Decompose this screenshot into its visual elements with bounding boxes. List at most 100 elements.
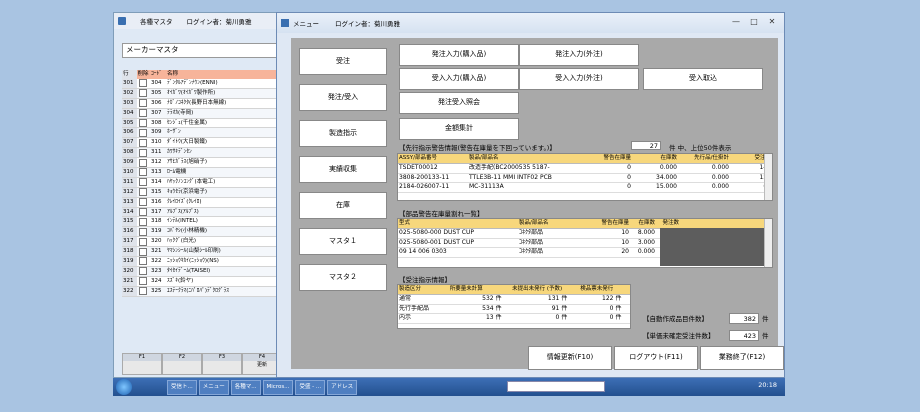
delete-cell [137, 198, 149, 207]
auto-item-value: 382 [729, 313, 759, 324]
ukeire-buhin-button[interactable]: 受入入力(購入品) [399, 68, 519, 90]
delete-checkbox[interactable] [139, 237, 147, 246]
taskbar-item[interactable]: Micros... [262, 380, 294, 395]
menu-window-login: ログイン者：菊川勇雅 [335, 20, 400, 28]
maker-name: ﾎｰｻﾞﾝ [167, 129, 181, 136]
table-row[interactable]: 306 309 ﾎｰｻﾞﾝ [122, 128, 282, 139]
warn1-scrollbar[interactable] [764, 154, 772, 200]
table-row[interactable]: 314 317 ｱﾙﾌﾟｽ(ｱﾙﾌﾟｽ) [122, 207, 282, 218]
menu-seizo-button[interactable]: 製造指示 [299, 120, 387, 147]
fkey-button-f1[interactable]: F1 [122, 353, 162, 375]
menu-master2-button[interactable]: マスタ２ [299, 264, 387, 291]
taskbar-item[interactable]: メニュー [198, 380, 229, 395]
table-row[interactable]: 309 312 ｱｻﾋｶﾞﾗｽ(旭硝子) [122, 158, 282, 169]
table-row[interactable]: 304 307 ﾃﾗｵｶ(寺岡) [122, 108, 282, 119]
warn2-grid: 型式 製品/部品名 警告在庫量 在庫数 発注数 025-5080-000 DUST CUP… [397, 218, 773, 268]
table-row[interactable]: 302 305 ｵｲｶﾞﾜ(ｵｲｶﾞﾜ製作所) [122, 88, 282, 99]
delete-checkbox[interactable] [139, 257, 147, 266]
fkey-button-f2[interactable]: F2 [162, 353, 202, 375]
delete-checkbox[interactable] [139, 198, 147, 207]
hatchu-buhin-button[interactable]: 発注入力(購入品) [399, 44, 519, 66]
table-row[interactable]: 307 310 ﾀﾞｲﾄｳ(大日製鐵) [122, 138, 282, 149]
menu-window-titlebar[interactable]: メニュー ログイン者：菊川勇雅 — □ ✕ [277, 13, 784, 33]
hatchu-ukeire-shokai-button[interactable]: 発注受入照会 [399, 92, 519, 114]
delete-checkbox[interactable] [139, 158, 147, 167]
delete-checkbox[interactable] [139, 119, 147, 127]
ukeire-torikomi-button[interactable]: 受入取込 [643, 68, 763, 90]
table-row[interactable]: 303 306 ﾅｶﾞﾉｺﾈｸﾀ(長野日本無線) [122, 98, 282, 109]
maker-name: ﾛｰﾑ電機 [167, 169, 187, 176]
delete-checkbox[interactable] [139, 217, 147, 226]
fkey-button-f3[interactable]: F3 [202, 353, 242, 375]
auto-item-label: 【自動作成品目件数】 [643, 315, 708, 323]
delete-checkbox[interactable] [139, 208, 147, 217]
fkey-label: F1 [123, 354, 161, 361]
menu-zaiko-button[interactable]: 在庫 [299, 192, 387, 219]
table-row[interactable]: 310 313 ﾛｰﾑ電機 [122, 168, 282, 178]
maker-code: 323 [151, 267, 162, 274]
row-number: 303 [122, 98, 137, 108]
kingaku-shukei-button[interactable]: 金額集計 [399, 118, 519, 140]
master-window-titlebar[interactable]: 各種マスタ ログイン者：菊川勇雅 [114, 13, 284, 29]
table-row[interactable]: 305 308 ｾﾝｼﾞｭ(千住金属) [122, 118, 282, 129]
table-row[interactable]: 313 316 ｸﾚｲﾛｲｽﾞ(ｸﾚｲﾛ) [122, 197, 282, 208]
table-row[interactable]: 先行手配品 534 件 91 件 0 件 [398, 304, 630, 314]
maximize-icon[interactable]: □ [746, 15, 762, 29]
delete-checkbox[interactable] [139, 168, 147, 177]
table-row[interactable]: 318 321 ﾔﾏｼﾝｼｰﾙ(山梨ｼｰﾙ印刷) [122, 247, 282, 258]
refresh-button[interactable]: 情報更新(F10) [528, 346, 612, 370]
table-row[interactable]: 317 320 ﾊｯｸｸﾞ(白光) [122, 237, 282, 248]
taskbar-item[interactable]: 各種マ... [230, 380, 261, 395]
address-input[interactable] [507, 381, 605, 392]
delete-checkbox[interactable] [139, 128, 147, 137]
table-row[interactable]: 通常 532 件 131 件 122 件 [398, 295, 630, 305]
table-row[interactable]: 3808-200133-11 TTLE3B-11 MMI INTF02 PCB 0 3… [398, 174, 772, 183]
table-row[interactable]: 308 311 ｶﾜｻｷﾃﾞﾝｾﾝ [122, 148, 282, 159]
delete-checkbox[interactable] [139, 247, 147, 256]
grid-cell: 15.000 [656, 183, 677, 190]
delete-checkbox[interactable] [139, 188, 147, 197]
logout-button[interactable]: ログアウト(F11) [614, 346, 698, 370]
master-window: 各種マスタ ログイン者：菊川勇雅 メーカーマスタ 行 削除 ｺｰﾄﾞ 名称 30… [113, 12, 287, 378]
table-row[interactable]: 311 314 ﾊﾔｯｸﾉﾝｺﾝｸﾞ(本電工) [122, 177, 282, 188]
menu-body: 受注 発注/受入 製造指示 実績収集 在庫 マスタ１ マスタ２ 発注入力(購入品… [291, 38, 778, 369]
taskbar-item[interactable]: 受盛 - ... [295, 380, 326, 395]
exit-button[interactable]: 業務終了(F12) [700, 346, 784, 370]
delete-checkbox[interactable] [139, 79, 147, 88]
delete-checkbox[interactable] [139, 287, 147, 296]
table-row[interactable]: TSDET00012 改造手配(BC2000535 5187- 0 0.000 0.00… [398, 164, 772, 174]
delete-checkbox[interactable] [139, 109, 147, 118]
minimize-icon[interactable]: — [728, 15, 744, 29]
close-icon[interactable]: ✕ [764, 15, 780, 29]
delete-checkbox[interactable] [139, 148, 147, 157]
menu-master1-button[interactable]: マスタ１ [299, 228, 387, 255]
table-row[interactable]: 321 324 ｽｽﾞｷ(鈴ヤ) [122, 276, 282, 287]
menu-jisseki-button[interactable]: 実績収集 [299, 156, 387, 183]
table-row[interactable]: 312 315 ｷｮｳｾﾗ(京浜電子) [122, 187, 282, 198]
master-type-select[interactable]: メーカーマスタ [122, 43, 287, 58]
hatchu-gaichu-button[interactable]: 発注入力(外注) [519, 44, 639, 66]
table-row[interactable]: 322 325 ｴｽﾃｰｸﾗﾏ(ﾆﾊﾟﾛﾊﾟ)ﾃﾞｸﾛｸﾞﾗｽ [122, 286, 282, 297]
menu-hatchu-button[interactable]: 発注/受入 [299, 84, 387, 111]
table-row[interactable]: 内示 13 件 0 件 0 件 [398, 314, 630, 324]
delete-checkbox[interactable] [139, 138, 147, 147]
delete-checkbox[interactable] [139, 89, 147, 98]
taskbar-item[interactable]: 受信ト... [167, 380, 197, 395]
table-row[interactable]: 301 304 ﾃﾞﾝﾀﾙｱﾃﾞﾝﾅｳﾝ(ENNI) [122, 79, 282, 89]
table-row[interactable]: 316 319 ｺﾊﾞﾔｼ(小林精機) [122, 227, 282, 238]
table-row[interactable]: 2184-026007-11MC-31113A015.0000.00060 [398, 183, 772, 193]
table-row[interactable]: 319 322 ﾆｯｼｮｳｷｶｲ(ﾆｯｼｮｳ)(NS) [122, 257, 282, 267]
delete-checkbox[interactable] [139, 99, 147, 108]
delete-checkbox[interactable] [139, 267, 147, 276]
table-row[interactable]: 315 318 ｲﾝﾃﾙ(INTEL) [122, 217, 282, 228]
grid-cell: 91 [551, 304, 560, 312]
delete-checkbox[interactable] [139, 277, 147, 286]
warn2-scrollbar[interactable] [764, 219, 772, 267]
ukeire-gaichu-button[interactable]: 受入入力(外注) [519, 68, 639, 90]
menu-juchu-button[interactable]: 受注 [299, 48, 387, 75]
table-row[interactable]: 320 323 ﾀｲｾｲﾃﾞｰﾑ(TAISEI) [122, 266, 282, 277]
start-button[interactable] [116, 379, 132, 395]
taskbar-item[interactable]: アドレス [327, 380, 358, 395]
delete-checkbox[interactable] [139, 227, 147, 236]
delete-checkbox[interactable] [139, 178, 147, 187]
